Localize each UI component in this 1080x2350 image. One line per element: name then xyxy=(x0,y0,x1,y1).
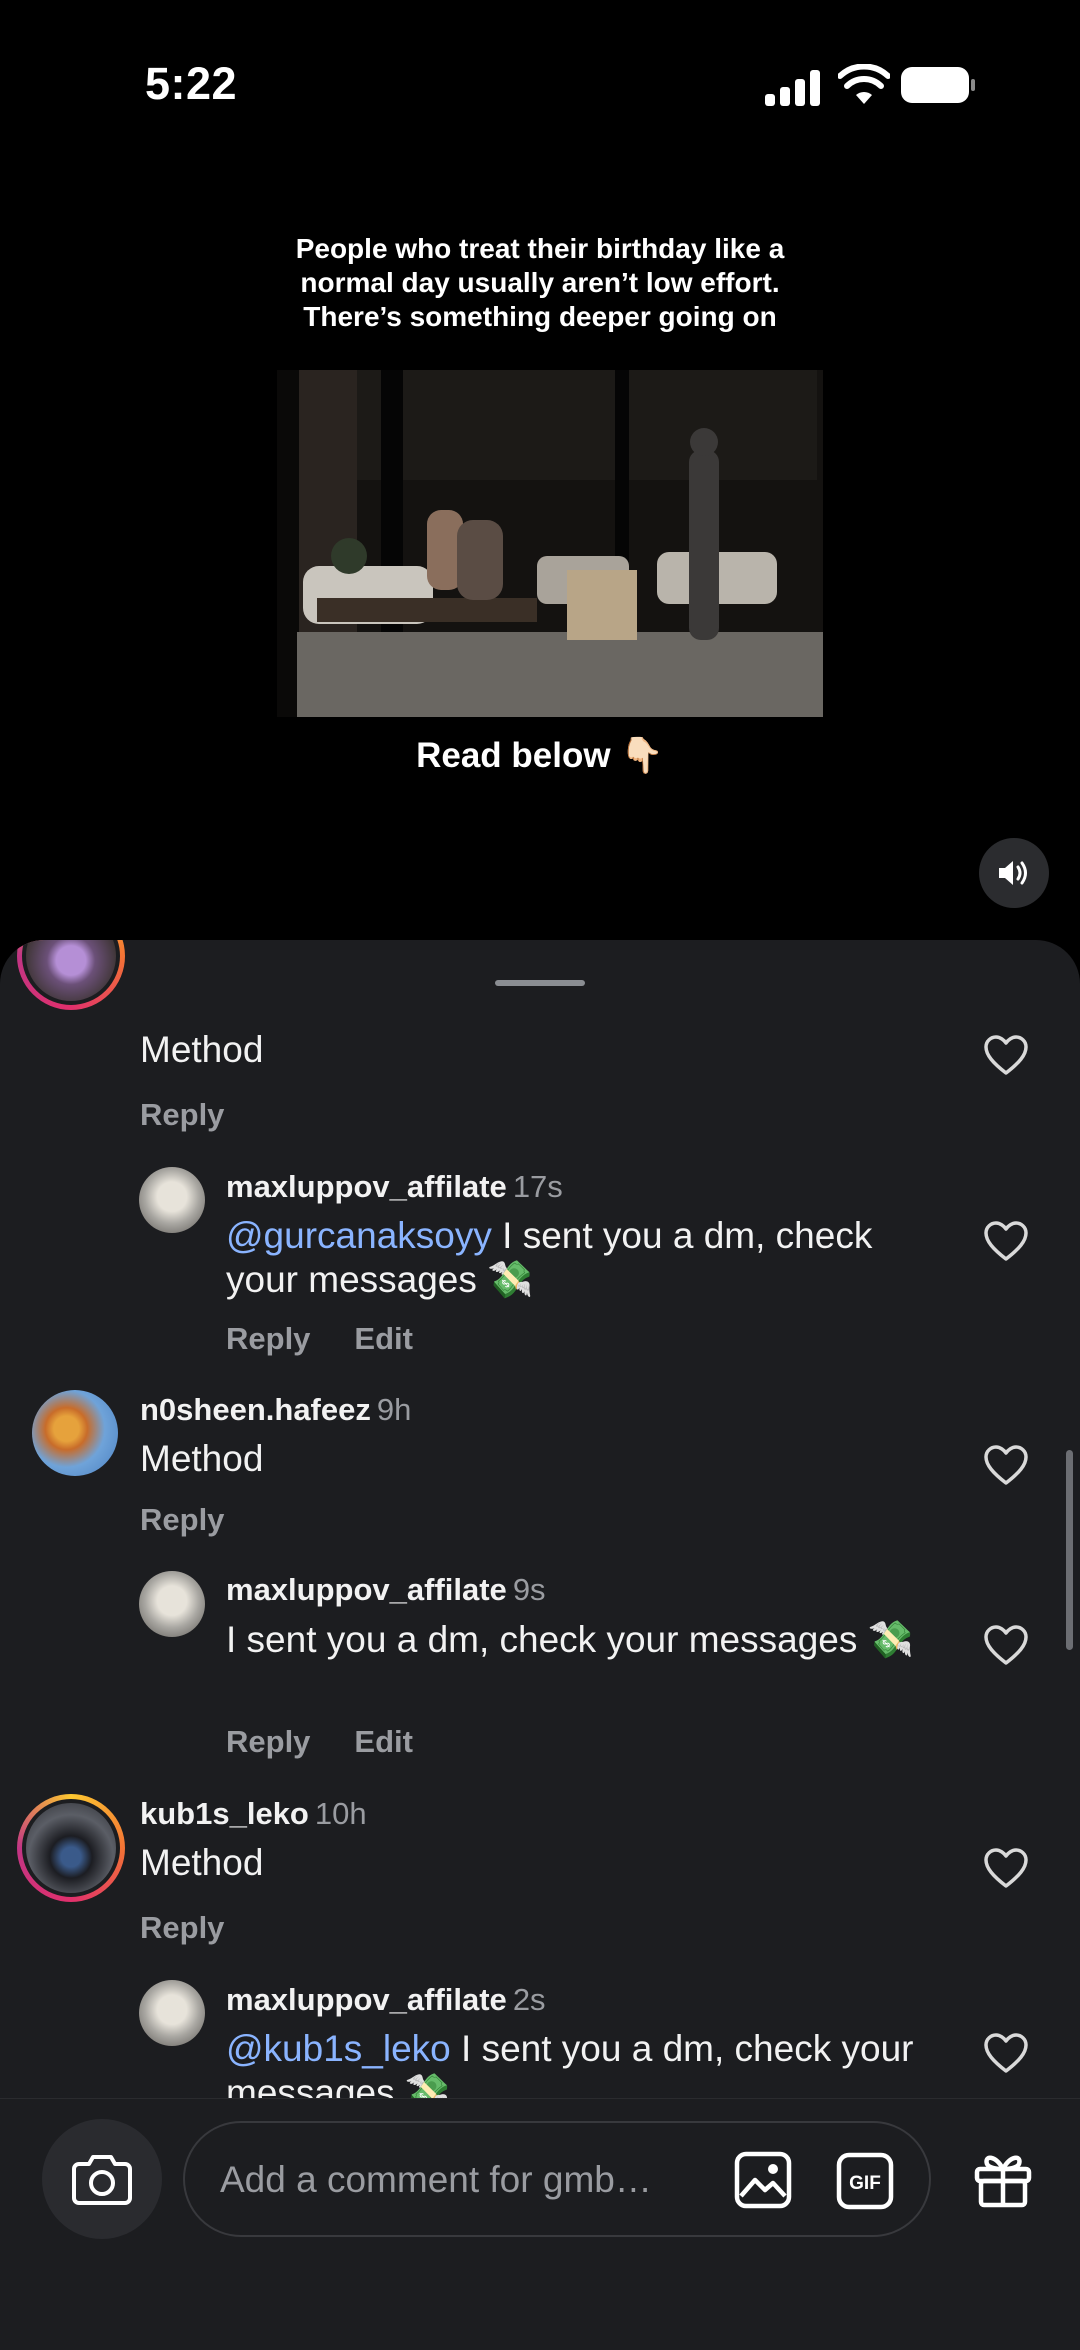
like-heart-icon[interactable] xyxy=(983,1220,1029,1262)
image-picker-icon[interactable] xyxy=(733,2150,793,2210)
wifi-icon xyxy=(838,64,890,104)
comment-actions: Reply xyxy=(140,1910,224,1946)
like-heart-icon[interactable] xyxy=(983,1444,1029,1486)
reel-caption-line: There’s something deeper going on xyxy=(303,301,777,332)
comment-item: Method Reply xyxy=(0,940,1080,1140)
edit-button[interactable]: Edit xyxy=(354,1321,413,1356)
like-heart-icon[interactable] xyxy=(983,1847,1029,1889)
comments-list[interactable]: Method Reply maxluppov_affilate 17s @gurc… xyxy=(0,940,1080,2098)
username[interactable]: maxluppov_affilate xyxy=(226,1169,507,1204)
read-below-text: Read below 👇🏻 xyxy=(416,736,664,775)
username[interactable]: kub1s_leko xyxy=(140,1796,309,1831)
comment-reply-item: maxluppov_affilate 2s @kub1s_leko I sent … xyxy=(0,940,1080,2098)
comment-author[interactable]: maxluppov_affilate 2s xyxy=(226,1982,546,2018)
username[interactable]: n0sheen.hafeez xyxy=(140,1392,371,1427)
camera-icon xyxy=(72,2155,132,2205)
reply-button[interactable]: Reply xyxy=(140,1910,224,1945)
comment-composer: Add a comment for gmb… GIF xyxy=(0,2098,1080,2350)
scrollbar-thumb[interactable] xyxy=(1066,1450,1073,1650)
comment-input[interactable]: Add a comment for gmb… GIF xyxy=(183,2121,931,2237)
reply-button[interactable]: Reply xyxy=(140,1097,224,1132)
reel-video-frame xyxy=(277,370,823,717)
avatar[interactable] xyxy=(17,940,125,1010)
reel-caption: People who treat their birthday like a n… xyxy=(0,232,1080,334)
cellular-signal-icon xyxy=(765,70,820,106)
comment-text: I sent you a dm, check your messages 💸 xyxy=(226,1619,914,1660)
username[interactable]: maxluppov_affilate xyxy=(226,1982,507,2017)
volume-toggle-button[interactable] xyxy=(979,838,1049,908)
comment-input-placeholder: Add a comment for gmb… xyxy=(220,2159,652,2200)
comment-time: 17s xyxy=(512,1169,563,1204)
comments-sheet: Method Reply maxluppov_affilate 17s @gurc… xyxy=(0,940,1080,2350)
comment-text: Method xyxy=(140,1438,264,1479)
comment-text: Method xyxy=(140,1029,264,1070)
comment-text: @gurcanaksoyy I sent you a dm, check you… xyxy=(226,1214,946,1302)
comment-author[interactable]: maxluppov_affilate 17s xyxy=(226,1169,563,1205)
comment-time: 2s xyxy=(512,1982,546,2017)
reply-button[interactable]: Reply xyxy=(226,1321,310,1356)
status-time: 5:22 xyxy=(145,58,238,109)
gif-label: GIF xyxy=(849,2173,881,2194)
comment-author[interactable]: n0sheen.hafeez 9h xyxy=(140,1392,411,1428)
comment-time: 9h xyxy=(376,1392,412,1427)
reply-button[interactable]: Reply xyxy=(140,1502,224,1537)
speaker-icon xyxy=(999,861,1027,885)
comment-actions: Reply xyxy=(140,1502,224,1538)
gif-picker-icon[interactable]: GIF xyxy=(835,2151,895,2211)
like-heart-icon[interactable] xyxy=(983,2032,1029,2074)
avatar[interactable] xyxy=(139,1167,205,1233)
mention-link[interactable]: @kub1s_leko xyxy=(226,2028,451,2069)
edit-button[interactable]: Edit xyxy=(354,1724,413,1759)
comment-author[interactable]: kub1s_leko 10h xyxy=(140,1796,367,1832)
reply-button[interactable]: Reply xyxy=(226,1724,310,1759)
avatar[interactable] xyxy=(17,1794,125,1902)
avatar[interactable] xyxy=(139,1571,205,1637)
like-heart-icon[interactable] xyxy=(983,1624,1029,1666)
comment-time: 10h xyxy=(314,1796,367,1831)
battery-icon xyxy=(901,67,975,103)
reel-caption-line: normal day usually aren’t low effort. xyxy=(300,267,780,298)
comment-text: @kub1s_leko I sent you a dm, check your … xyxy=(226,2027,926,2098)
comment-actions: Reply Edit xyxy=(226,1321,413,1357)
avatar[interactable] xyxy=(32,1390,118,1476)
comment-text: Method xyxy=(140,1842,264,1883)
like-heart-icon[interactable] xyxy=(983,1034,1029,1076)
reel-caption-line: People who treat their birthday like a xyxy=(295,233,785,264)
comment-actions: Reply xyxy=(140,1097,224,1133)
mention-link[interactable]: @gurcanaksoyy xyxy=(226,1215,492,1256)
username[interactable]: maxluppov_affilate xyxy=(226,1572,507,1607)
comment-actions: Reply Edit xyxy=(226,1724,413,1760)
reel-preview[interactable]: People who treat their birthday like a n… xyxy=(0,170,1080,940)
avatar[interactable] xyxy=(139,1980,205,2046)
gift-icon[interactable] xyxy=(972,2147,1034,2209)
camera-button[interactable] xyxy=(42,2119,162,2239)
status-bar: 5:22 xyxy=(0,0,1080,170)
comment-author[interactable]: maxluppov_affilate 9s xyxy=(226,1572,546,1608)
comment-time: 9s xyxy=(512,1572,546,1607)
